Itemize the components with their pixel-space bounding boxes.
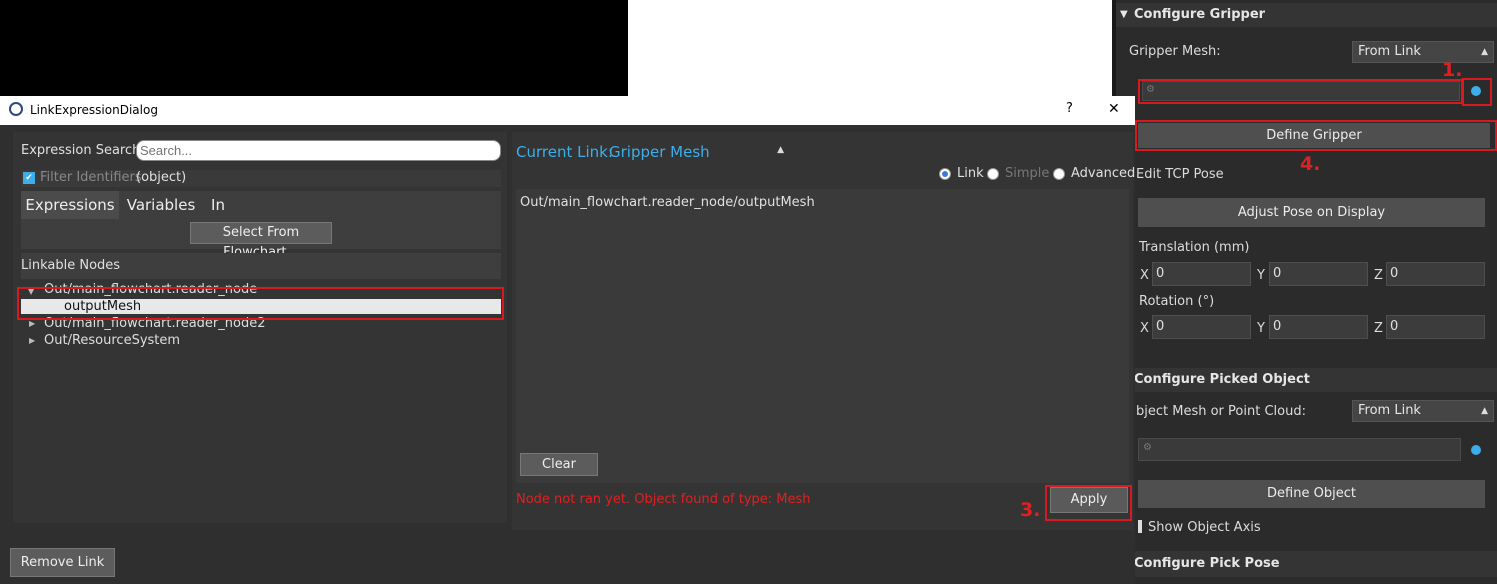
translation-x-label: X bbox=[1140, 268, 1149, 283]
translation-z-label: Z bbox=[1374, 268, 1383, 283]
filter-checkbox[interactable]: ✔ bbox=[23, 172, 35, 184]
step-3-label: 3. bbox=[1020, 499, 1041, 521]
linkable-nodes-header: Linkable Nodes bbox=[21, 253, 501, 279]
link-editor-panel: Current Link: Gripper Mesh ▲ Link Simple… bbox=[512, 132, 1136, 530]
search-input[interactable] bbox=[136, 140, 501, 161]
dialog-titlebar[interactable]: LinkExpressionDialog ? ✕ bbox=[0, 96, 1135, 125]
select-from-flowchart-button[interactable]: Select From Flowchart... bbox=[190, 222, 332, 260]
translation-label: Translation (mm) bbox=[1139, 240, 1250, 255]
gripper-mesh-combo[interactable]: From Link ▲ bbox=[1352, 41, 1494, 63]
tab-variables[interactable]: Variables bbox=[119, 191, 203, 219]
expression-editor[interactable]: Out/main_flowchart.reader_node/outputMes… bbox=[516, 189, 1129, 483]
search-label: Expression Search: bbox=[21, 143, 145, 158]
annotation-box-4 bbox=[1135, 120, 1497, 151]
filter-label: Filter Identifiers bbox=[40, 170, 142, 185]
tab-in[interactable]: In bbox=[203, 191, 233, 219]
viewport-white bbox=[628, 0, 1112, 96]
tree-item-resource-system[interactable]: Out/ResourceSystem bbox=[44, 333, 180, 348]
configure-picked-object-header[interactable]: Configure Picked Object bbox=[1116, 368, 1497, 392]
translation-x-input[interactable]: 0 bbox=[1152, 262, 1251, 286]
mode-advanced-label: Advanced bbox=[1071, 166, 1136, 181]
camera-icon: ⚙ bbox=[1143, 442, 1152, 453]
translation-z-input[interactable]: 0 bbox=[1386, 262, 1485, 286]
step-1-label: 1. bbox=[1442, 59, 1463, 81]
show-axis-label: Show Object Axis bbox=[1148, 520, 1261, 535]
object-link-field[interactable]: ⚙ bbox=[1138, 438, 1461, 461]
rotation-y-label: Y bbox=[1257, 321, 1265, 336]
tab-bar: Expressions Variables In bbox=[21, 191, 501, 219]
mode-simple-label: Simple bbox=[1005, 166, 1050, 181]
collapse-right-icon[interactable]: ▶ bbox=[29, 336, 35, 345]
rotation-z-input[interactable]: 0 bbox=[1386, 315, 1485, 339]
annotation-box-1b bbox=[1462, 78, 1492, 106]
combo-arrow-icon: ▲ bbox=[1481, 47, 1488, 57]
annotation-box-3 bbox=[1045, 485, 1132, 521]
mode-link-label: Link bbox=[957, 166, 984, 181]
viewport-black bbox=[0, 0, 625, 96]
collapse-icon: ▼ bbox=[1120, 9, 1128, 20]
filter-row: ✔ Filter Identifiers (object) bbox=[21, 170, 501, 187]
translation-y-label: Y bbox=[1257, 268, 1265, 283]
mode-link-radio[interactable] bbox=[939, 168, 951, 180]
gripper-mesh-label: Gripper Mesh: bbox=[1129, 44, 1221, 59]
combo-arrow-icon: ▲ bbox=[1481, 406, 1488, 416]
collapse-right-icon[interactable]: ▶ bbox=[29, 319, 35, 328]
object-mesh-label: bject Mesh or Point Cloud: bbox=[1136, 404, 1306, 419]
app-icon bbox=[9, 102, 23, 116]
rotation-z-label: Z bbox=[1374, 321, 1383, 336]
tab-content: Select From Flowchart... bbox=[21, 219, 501, 260]
edit-tcp-pose-label: Edit TCP Pose bbox=[1136, 167, 1224, 182]
current-link-combo[interactable]: Gripper Mesh ▲ bbox=[609, 143, 787, 163]
remove-link-button[interactable]: Remove Link bbox=[10, 548, 115, 577]
configure-gripper-header[interactable]: ▼ Configure Gripper bbox=[1116, 3, 1497, 27]
rotation-x-label: X bbox=[1140, 321, 1149, 336]
define-object-button[interactable]: Define Object bbox=[1138, 480, 1485, 508]
rotation-label: Rotation (°) bbox=[1139, 294, 1215, 309]
mode-simple-radio[interactable] bbox=[987, 168, 999, 180]
dialog-title: LinkExpressionDialog bbox=[30, 103, 158, 117]
status-message: Node not ran yet. Object found of type: … bbox=[516, 492, 811, 507]
expressions-panel: Expression Search: ✔ Filter Identifiers … bbox=[13, 132, 507, 523]
step-4-label: 4. bbox=[1300, 153, 1321, 175]
rotation-x-input[interactable]: 0 bbox=[1152, 315, 1251, 339]
annotation-box-2 bbox=[17, 287, 504, 320]
mode-advanced-radio[interactable] bbox=[1053, 168, 1065, 180]
clear-button[interactable]: Clear bbox=[520, 453, 598, 476]
object-link-dot-icon[interactable] bbox=[1471, 445, 1481, 455]
show-axis-checkbox[interactable] bbox=[1138, 520, 1142, 533]
link-expression-dialog: LinkExpressionDialog ? ✕ Expression Sear… bbox=[0, 96, 1135, 584]
annotation-box-1 bbox=[1138, 79, 1463, 104]
adjust-pose-button[interactable]: Adjust Pose on Display bbox=[1138, 198, 1485, 227]
combo-arrow-icon: ▲ bbox=[777, 145, 784, 155]
translation-y-input[interactable]: 0 bbox=[1269, 262, 1368, 286]
current-link-label: Current Link: bbox=[516, 143, 613, 161]
help-icon[interactable]: ? bbox=[1066, 101, 1073, 116]
expression-text: Out/main_flowchart.reader_node/outputMes… bbox=[520, 195, 815, 210]
configure-pick-pose-header[interactable]: Configure Pick Pose bbox=[1116, 551, 1497, 577]
tab-expressions[interactable]: Expressions bbox=[21, 191, 119, 219]
object-mesh-combo[interactable]: From Link ▲ bbox=[1352, 400, 1494, 422]
filter-type: (object) bbox=[136, 170, 187, 185]
close-icon[interactable]: ✕ bbox=[1108, 101, 1120, 117]
rotation-y-input[interactable]: 0 bbox=[1269, 315, 1368, 339]
